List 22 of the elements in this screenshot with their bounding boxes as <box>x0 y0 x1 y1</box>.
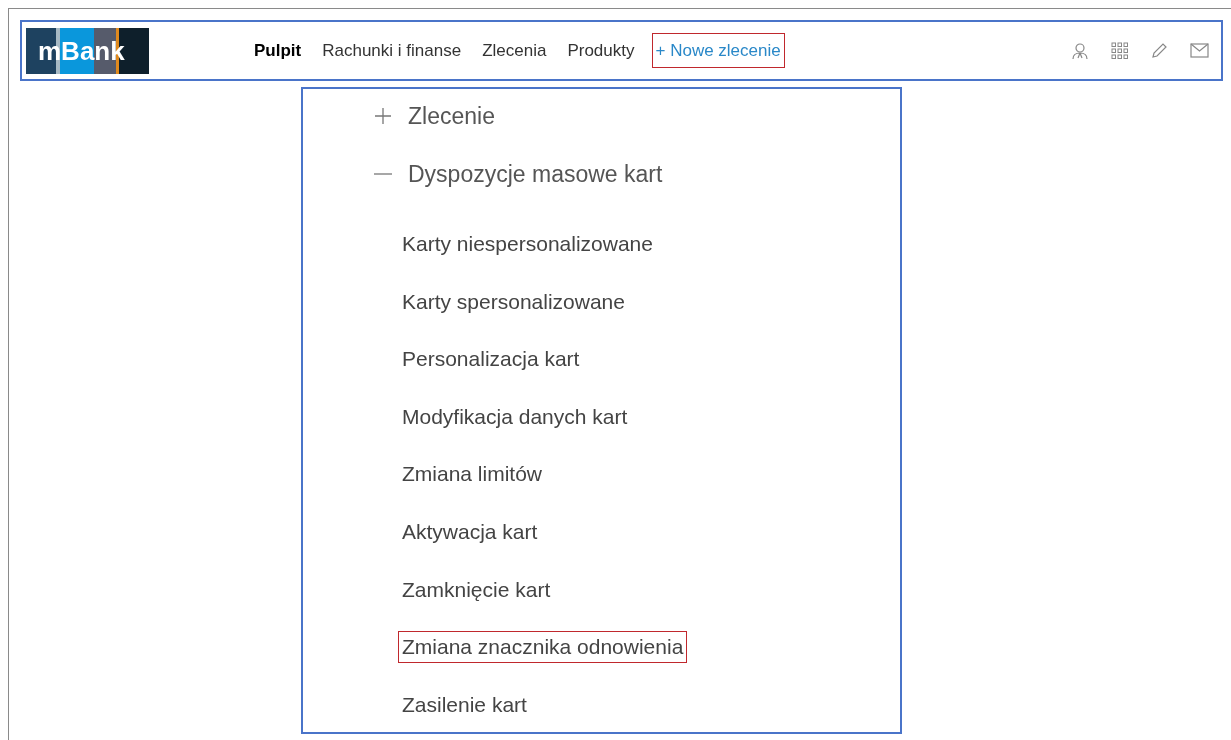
minus-icon <box>374 173 392 175</box>
pen-icon[interactable] <box>1150 41 1168 60</box>
menu-item[interactable]: Zmiana znacznika odnowienia <box>398 631 688 664</box>
menu-section[interactable]: Zlecenie <box>374 101 900 131</box>
menu-item[interactable]: Zamknięcie kart <box>398 573 555 606</box>
menu-item[interactable]: Karty spersonalizowane <box>398 285 629 318</box>
menu-item[interactable]: Aktywacja kart <box>398 515 542 548</box>
plus-icon <box>374 107 392 125</box>
nav-link[interactable]: Rachunki i finanse <box>318 32 466 69</box>
menu-item[interactable]: Karty niespersonalizowane <box>398 228 657 260</box>
grid-icon[interactable] <box>1111 42 1128 59</box>
menu-section[interactable]: Dyspozycje masowe kart <box>374 159 900 189</box>
nav-link[interactable]: Pulpit <box>250 32 306 69</box>
nav-link[interactable]: Produkty <box>563 32 639 69</box>
menu-item[interactable]: Personalizacja kart <box>398 343 584 376</box>
menu-item[interactable]: Modyfikacja danych kart <box>398 400 632 433</box>
mail-icon[interactable] <box>1190 43 1209 58</box>
user-icon[interactable] <box>1071 41 1089 60</box>
nav-link[interactable]: Zlecenia <box>478 32 551 69</box>
menu-item[interactable]: Zasilenie kart <box>398 688 531 721</box>
nav-link[interactable]: + Nowe zlecenie <box>651 32 785 69</box>
menu-item[interactable]: Zmiana limitów <box>398 458 547 491</box>
